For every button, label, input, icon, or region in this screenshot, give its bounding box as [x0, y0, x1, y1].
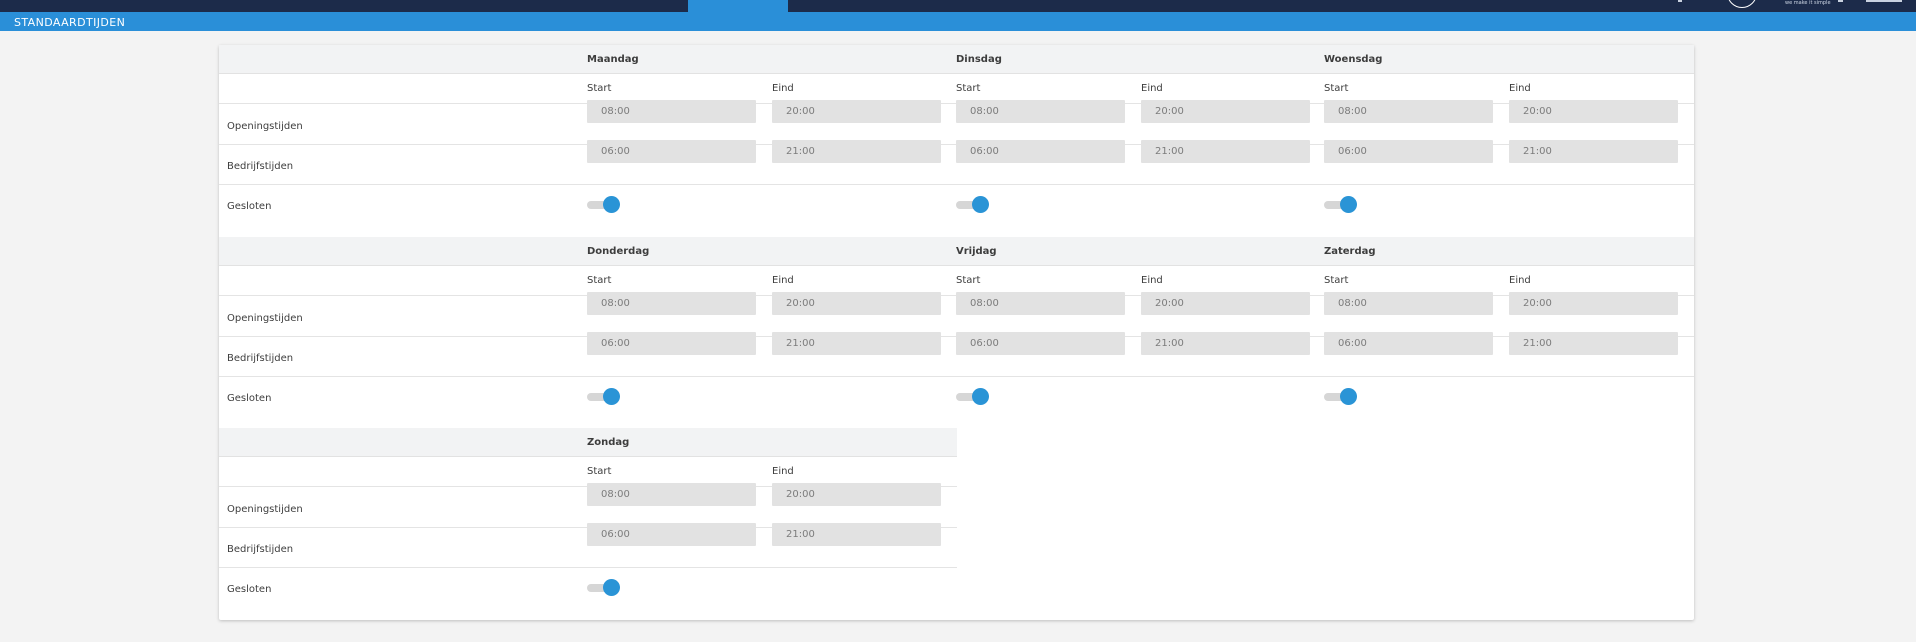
dinsdag-closed-toggle[interactable] [956, 196, 990, 214]
woensdag-opening-end-input[interactable] [1509, 100, 1678, 123]
zaterdag-business-end-input[interactable] [1509, 332, 1678, 355]
zaterdag-business-start-input[interactable] [1324, 332, 1493, 355]
toggle-knob [603, 196, 620, 213]
donderdag-opening-end-input[interactable] [772, 292, 941, 315]
row-label-opening: Openingstijden [227, 313, 303, 324]
zaterdag-opening-start-input[interactable] [1324, 292, 1493, 315]
day-name-maandag: Maandag [587, 54, 639, 65]
end-column-header: Eind [1509, 83, 1531, 94]
woensdag-business-start-input[interactable] [1324, 140, 1493, 163]
end-column-header: Eind [1141, 83, 1163, 94]
toggle-knob [972, 388, 989, 405]
start-column-header: Start [956, 83, 981, 94]
donderdag-business-start-input[interactable] [587, 332, 756, 355]
vrijdag-business-start-input[interactable] [956, 332, 1125, 355]
row-label-opening: Openingstijden [227, 504, 303, 515]
maandag-closed-toggle[interactable] [587, 196, 621, 214]
day-name-donderdag: Donderdag [587, 246, 650, 257]
woensdag-closed-toggle[interactable] [1324, 196, 1358, 214]
row-label-business: Bedrijfstijden [227, 353, 294, 364]
nav-icon-fragment[interactable] [1678, 0, 1682, 2]
zondag-closed-toggle[interactable] [587, 579, 621, 597]
donderdag-opening-start-input[interactable] [587, 292, 756, 315]
dinsdag-opening-end-input[interactable] [1141, 100, 1310, 123]
day-name-zondag: Zondag [587, 437, 630, 448]
vrijdag-opening-end-input[interactable] [1141, 292, 1310, 315]
woensdag-opening-start-input[interactable] [1324, 100, 1493, 123]
start-column-header: Start [587, 466, 612, 477]
end-column-header: Eind [772, 83, 794, 94]
row-label-closed: Gesloten [227, 201, 272, 212]
zaterdag-opening-end-input[interactable] [1509, 292, 1678, 315]
donderdag-closed-toggle[interactable] [587, 388, 621, 406]
maandag-opening-end-input[interactable] [772, 100, 941, 123]
user-icon-fragment[interactable] [1838, 0, 1843, 2]
zaterdag-closed-toggle[interactable] [1324, 388, 1358, 406]
row-label-closed: Gesloten [227, 584, 272, 595]
day-name-zaterdag: Zaterdag [1324, 246, 1376, 257]
zondag-opening-start-input[interactable] [587, 483, 756, 506]
end-column-header: Eind [1141, 275, 1163, 286]
toggle-knob [603, 388, 620, 405]
end-column-header: Eind [772, 466, 794, 477]
user-name-fragment[interactable] [1866, 0, 1902, 2]
zondag-business-end-input[interactable] [772, 523, 941, 546]
top-navbar: we make it simple [0, 0, 1916, 12]
zondag-opening-end-input[interactable] [772, 483, 941, 506]
week-section: Openingstijden Bedrijfstijden Gesloten Zond… [219, 428, 1694, 619]
start-column-header: Start [587, 275, 612, 286]
brand-logo-icon[interactable] [1727, 0, 1757, 8]
dinsdag-opening-start-input[interactable] [956, 100, 1125, 123]
start-column-header: Start [1324, 275, 1349, 286]
week-section: Openingstijden Bedrijfstijden Gesloten Dond… [219, 237, 1694, 428]
row-label-business: Bedrijfstijden [227, 161, 294, 172]
row-divider [219, 567, 957, 568]
row-divider [219, 376, 1694, 377]
toggle-knob [1340, 196, 1357, 213]
day-name-vrijdag: Vrijdag [956, 246, 997, 257]
row-label-business: Bedrijfstijden [227, 544, 294, 555]
active-nav-tab[interactable] [688, 0, 788, 12]
page-title: STANDAARDTIJDEN [14, 16, 126, 29]
maandag-business-end-input[interactable] [772, 140, 941, 163]
vrijdag-closed-toggle[interactable] [956, 388, 990, 406]
start-column-header: Start [1324, 83, 1349, 94]
day-name-woensdag: Woensdag [1324, 54, 1383, 65]
zondag-business-start-input[interactable] [587, 523, 756, 546]
donderdag-business-end-input[interactable] [772, 332, 941, 355]
row-divider [219, 184, 1694, 185]
start-column-header: Start [956, 275, 981, 286]
toggle-knob [1340, 388, 1357, 405]
standard-times-panel: Openingstijden Bedrijfstijden Gesloten Maan… [219, 45, 1694, 620]
dinsdag-business-start-input[interactable] [956, 140, 1125, 163]
end-column-header: Eind [772, 275, 794, 286]
maandag-opening-start-input[interactable] [587, 100, 756, 123]
start-column-header: Start [587, 83, 612, 94]
row-label-opening: Openingstijden [227, 121, 303, 132]
day-name-dinsdag: Dinsdag [956, 54, 1002, 65]
week-section: Openingstijden Bedrijfstijden Gesloten Maan… [219, 45, 1694, 236]
page-title-bar: STANDAARDTIJDEN [0, 12, 1916, 31]
toggle-knob [972, 196, 989, 213]
vrijdag-opening-start-input[interactable] [956, 292, 1125, 315]
maandag-business-start-input[interactable] [587, 140, 756, 163]
dinsdag-business-end-input[interactable] [1141, 140, 1310, 163]
brand-tagline: we make it simple [1785, 0, 1831, 6]
row-label-closed: Gesloten [227, 393, 272, 404]
toggle-knob [603, 579, 620, 596]
end-column-header: Eind [1509, 275, 1531, 286]
vrijdag-business-end-input[interactable] [1141, 332, 1310, 355]
woensdag-business-end-input[interactable] [1509, 140, 1678, 163]
